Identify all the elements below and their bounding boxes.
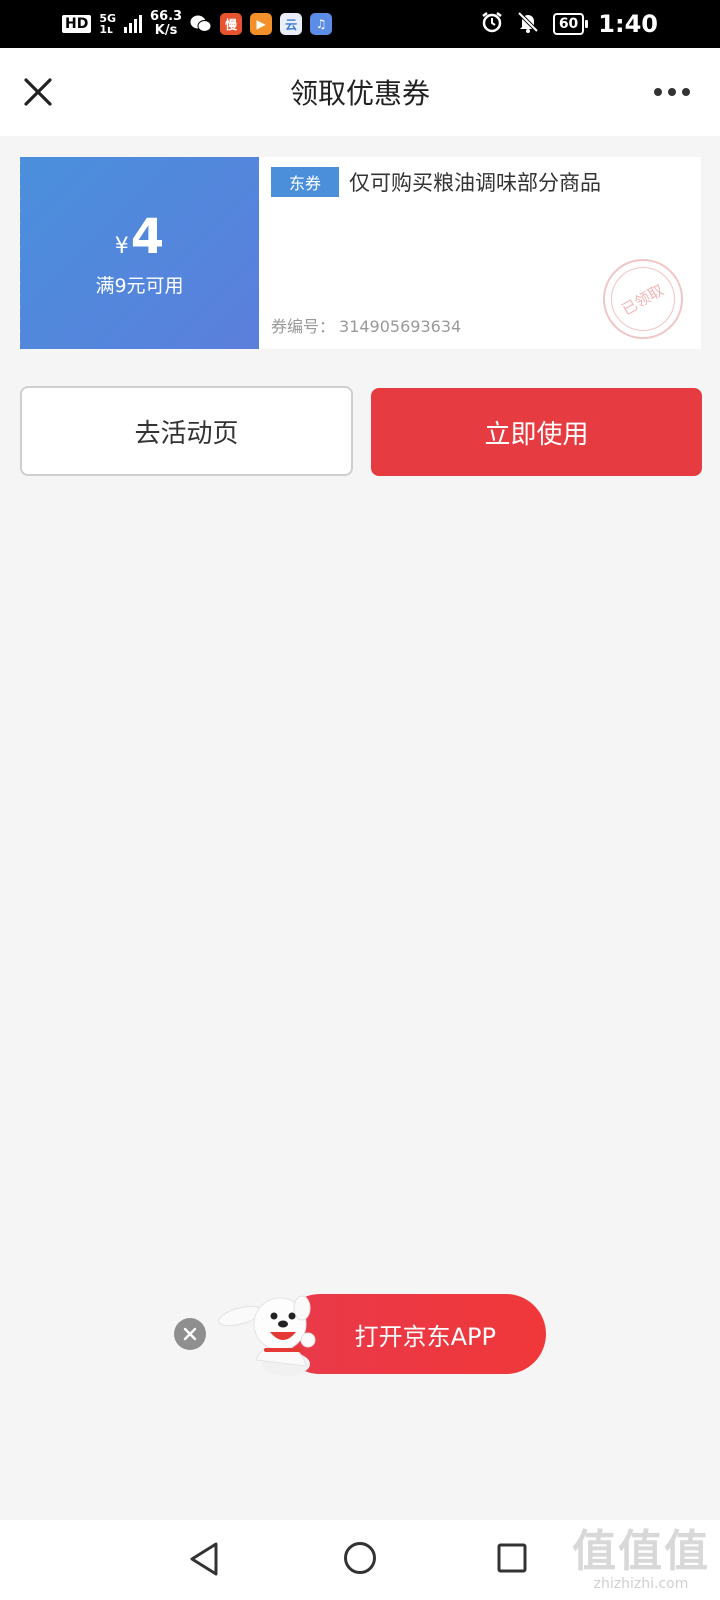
coupon-value: 4: [130, 208, 165, 265]
status-bar-left: HD 5G 1ʟ 66.3 K/s 慢 ▶ 云 ♫: [62, 10, 333, 38]
network-speed-value: 66.3: [150, 9, 183, 24]
coupon-condition: 满9元可用: [95, 274, 184, 297]
claimed-stamp-text: 已领取: [619, 280, 668, 319]
status-bar-right: 60 1:40: [481, 10, 658, 38]
hd-badge: HD: [62, 15, 92, 33]
coupon-amount: ¥ 4: [115, 209, 164, 265]
mute-icon: [517, 11, 539, 37]
back-triangle-icon: [190, 1542, 218, 1576]
app-music-icon: ♫: [310, 13, 333, 35]
nav-home-button[interactable]: [342, 1540, 378, 1580]
clock: 1:40: [598, 10, 658, 38]
wechat-icon: [190, 13, 212, 35]
close-icon: [24, 78, 52, 106]
jd-dog-mascot-icon: [218, 1295, 316, 1376]
signal-icon: [124, 15, 143, 33]
coupon-info-panel: 东券 仅可购买粮油调味部分商品 券编号： 314905693634 已领取: [259, 157, 701, 349]
go-to-activity-button[interactable]: 去活动页: [20, 386, 353, 476]
battery-icon: 60: [552, 13, 589, 35]
coupon-card: ¥ 4 满9元可用 东券 仅可购买粮油调味部分商品 券编号： 3149056936…: [17, 157, 701, 349]
coupon-code-label: 券编号：: [271, 317, 336, 336]
nav-recent-apps-button[interactable]: [496, 1542, 528, 1578]
coupon-value-panel: ¥ 4 满9元可用: [17, 157, 259, 349]
watermark-logo: 值值值: [572, 1526, 710, 1577]
recent-square-icon: [497, 1543, 527, 1573]
close-button[interactable]: [22, 76, 54, 108]
system-navigation-bar: 值值值 zhizhizhi.com: [0, 1520, 720, 1600]
page-header: 领取优惠券: [0, 48, 720, 136]
network-speed-unit: K/s: [154, 23, 178, 38]
coupon-tag-row: 东券 仅可购买粮油调味部分商品: [271, 167, 689, 197]
coupon-description: 仅可购买粮油调味部分商品: [349, 171, 602, 195]
coupon-currency: ¥: [114, 233, 129, 259]
more-options-button[interactable]: [654, 88, 690, 96]
open-app-label: 打开京东APP: [354, 1322, 496, 1351]
more-dot-icon: [682, 88, 690, 96]
network-speed: 66.3 K/s: [150, 10, 182, 38]
coupon-code-number: 314905693634: [339, 317, 462, 336]
more-dot-icon: [668, 88, 676, 96]
claimed-stamp: 已领取: [603, 259, 683, 339]
network-type-bottom: 1ʟ: [99, 23, 113, 36]
coupon-code: 券编号： 314905693634: [271, 313, 461, 337]
watermark: 值值值 zhizhizhi.com: [572, 1526, 710, 1593]
app-video-icon: ▶: [250, 13, 273, 35]
home-circle-icon: [344, 1542, 376, 1574]
coupon-type-badge: 东券: [271, 167, 340, 197]
app-man-icon: 慢: [220, 13, 243, 35]
status-bar: HD 5G 1ʟ 66.3 K/s 慢 ▶ 云 ♫ 60 1:40: [0, 0, 720, 48]
nav-back-button[interactable]: [186, 1540, 222, 1582]
app-cloud-icon: 云: [280, 13, 303, 35]
close-icon: [183, 1327, 197, 1341]
watermark-url: zhizhizhi.com: [593, 1576, 689, 1592]
page-title: 领取优惠券: [289, 77, 430, 110]
use-now-button[interactable]: 立即使用: [371, 388, 702, 476]
network-type: 5G 1ʟ: [99, 13, 116, 35]
banner-close-button[interactable]: [174, 1318, 206, 1350]
more-dot-icon: [654, 88, 662, 96]
alarm-icon: [481, 11, 503, 37]
